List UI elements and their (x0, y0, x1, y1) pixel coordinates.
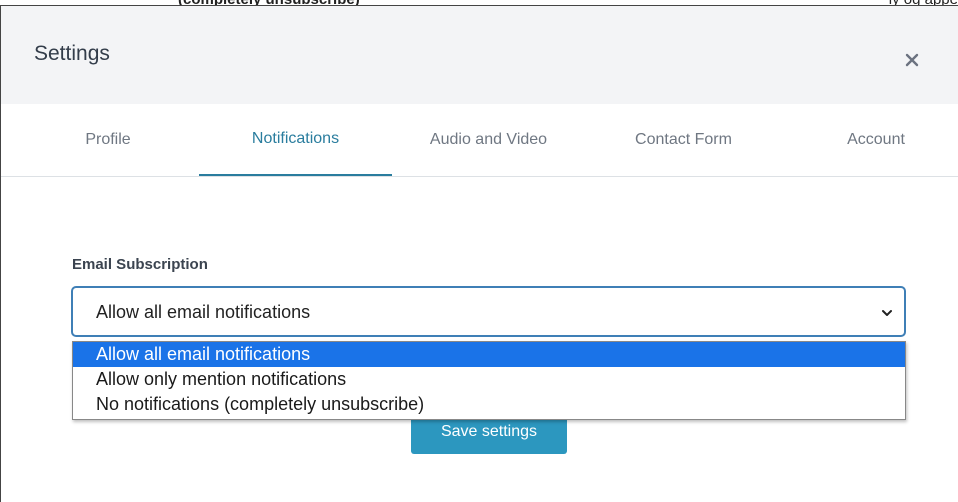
close-icon (905, 53, 919, 67)
settings-modal: Settings Profile Notifications Audio and… (0, 5, 958, 502)
close-button[interactable] (897, 45, 927, 75)
settings-tabs: Profile Notifications Audio and Video Co… (1, 104, 958, 177)
email-subscription-dropdown: Allow all email notifications Allow only… (72, 341, 906, 420)
dropdown-option-mentions[interactable]: Allow only mention notifications (73, 367, 905, 392)
email-subscription-label: Email Subscription (72, 256, 208, 273)
chevron-down-icon (882, 310, 892, 316)
tab-notifications[interactable]: Notifications (199, 104, 392, 176)
tab-audio-and-video[interactable]: Audio and Video (401, 104, 576, 176)
save-settings-button[interactable]: Save settings (411, 414, 567, 454)
dropdown-option-all[interactable]: Allow all email notifications (73, 342, 905, 367)
tab-profile[interactable]: Profile (48, 104, 168, 176)
tab-account[interactable]: Account (811, 104, 941, 176)
modal-header: Settings (1, 6, 958, 104)
tab-contact-form[interactable]: Contact Form (601, 104, 766, 176)
email-subscription-select[interactable]: Allow all email notifications (71, 286, 906, 337)
select-value: Allow all email notifications (96, 302, 311, 322)
modal-title: Settings (34, 42, 110, 65)
dropdown-option-none[interactable]: No notifications (completely unsubscribe… (73, 392, 905, 417)
